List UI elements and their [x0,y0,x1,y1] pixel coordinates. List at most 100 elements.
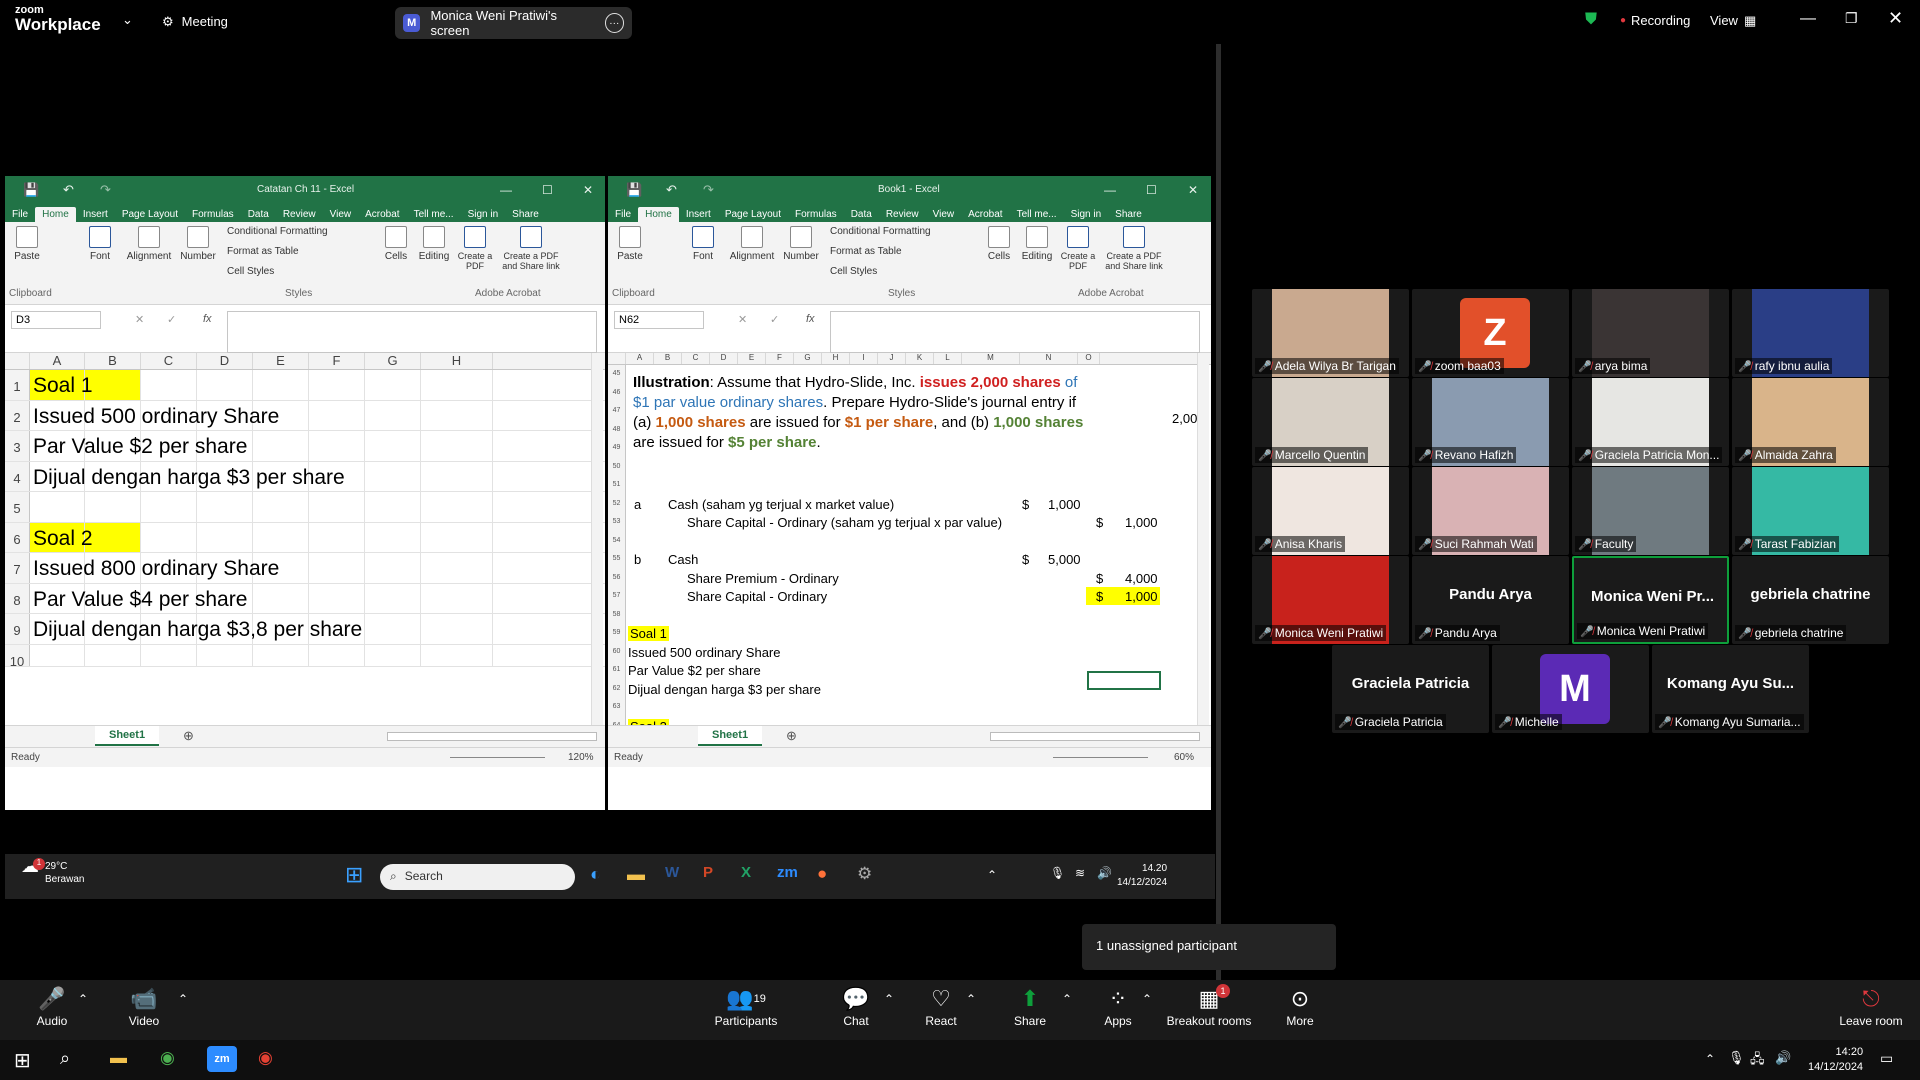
add-sheet-icon[interactable]: ⊕ [183,728,194,744]
ribbon-tab[interactable]: Insert [76,207,115,222]
cell[interactable] [141,644,197,666]
sheet-tab[interactable]: Sheet1 [95,726,160,746]
column-header[interactable]: G [794,353,822,364]
selected-cell[interactable] [1087,671,1161,690]
participants-button[interactable]: 👥19 Participants [712,984,780,1028]
row-header[interactable]: 63 [608,698,625,717]
apps-button[interactable]: ⁘ Apps [1102,984,1134,1028]
row-header[interactable]: 62 [608,680,625,699]
cell[interactable] [365,522,421,552]
ribbon-tab[interactable]: Sign in [461,207,506,222]
column-header[interactable]: O [1078,353,1100,364]
cell[interactable] [253,370,309,400]
participant-tile[interactable]: 🎤̸ arya bima [1572,289,1729,377]
row-header[interactable]: 3 [5,431,30,461]
cell[interactable] [253,522,309,552]
audio-button[interactable]: 🎤 Audio [32,984,72,1028]
cell[interactable] [365,370,421,400]
cell[interactable] [197,492,253,522]
participant-tile[interactable]: 🎤̸ Anisa Kharis [1252,467,1409,555]
chat-button[interactable]: 💬 Chat [838,984,874,1028]
column-header[interactable]: C [682,353,710,364]
row-header[interactable]: 57 [608,587,625,606]
cancel-icon[interactable]: ✕ [135,313,144,326]
cell[interactable] [365,583,421,613]
column-header[interactable]: D [197,353,253,369]
ribbon-tab[interactable]: Review [879,207,926,222]
function-icon[interactable]: fx [203,313,212,325]
firefox-icon[interactable]: ● [817,864,827,884]
vertical-scrollbar[interactable] [591,353,603,725]
function-icon[interactable]: fx [806,313,815,325]
row-header[interactable]: 45 [608,365,625,384]
row-header[interactable]: 58 [608,606,625,625]
apps-options-chevron-icon[interactable]: ⌃ [1142,992,1152,1006]
row-header[interactable]: 7 [5,553,30,583]
cells-button[interactable]: Cells [984,226,1014,262]
undo-icon[interactable]: ↶ [666,182,677,198]
wifi-icon[interactable]: ≋ [1075,866,1085,880]
split-divider[interactable] [1216,44,1221,980]
cell[interactable] [309,370,365,400]
ribbon-tab[interactable]: Share [1108,207,1149,222]
taskbar-search[interactable]: ⌕ Search [380,864,575,890]
cell-styles-button[interactable]: Cell Styles [830,266,965,277]
number-button[interactable]: Number [781,226,821,262]
row-header[interactable]: 56 [608,569,625,588]
column-header[interactable]: H [421,353,493,369]
credit-cell[interactable] [1086,550,1160,568]
cell[interactable] [365,614,421,644]
cell[interactable] [421,461,493,491]
more-button[interactable]: ⊙ More [1282,984,1318,1028]
horizontal-scrollbar[interactable] [387,732,597,741]
ribbon-tab[interactable]: Insert [679,207,718,222]
participant-tile[interactable]: 🎤̸ Adela Wilya Br Tarigan [1252,289,1409,377]
check-icon[interactable]: ✓ [770,313,779,326]
row-header[interactable]: 55 [608,550,625,569]
column-header[interactable]: E [738,353,766,364]
cell[interactable] [253,492,309,522]
chrome-icon[interactable]: ◉ [160,1048,175,1068]
more-options-icon[interactable]: ··· [604,13,625,33]
paste-button[interactable]: Paste [616,226,644,262]
chevron-down-icon[interactable]: ⌄ [122,12,133,28]
breakout-rooms-button[interactable]: ▦ Breakout rooms [1164,984,1254,1028]
react-button[interactable]: ♡ React [922,984,960,1028]
cell[interactable]: Dijual dengan harga $3,8 per share [30,614,362,644]
column-header[interactable]: F [766,353,794,364]
participant-tile[interactable]: 🎤̸ Graciela Patricia Mon... [1572,378,1729,466]
row-header[interactable]: 8 [5,583,30,613]
conditional-formatting-button[interactable]: Conditional Formatting [830,226,965,237]
name-box[interactable]: N62 [614,311,704,329]
participant-tile[interactable]: 🎤̸ Faculty [1572,467,1729,555]
row-header[interactable]: 10 [5,644,30,669]
formula-input[interactable] [227,311,597,353]
spreadsheet-grid-left[interactable]: A B C D E F G H 1 Soal 1 2 Issued 500 ordinary Shar… [5,353,605,725]
ribbon-tab[interactable]: Data [844,207,879,222]
zoom-icon[interactable]: zm [777,864,798,881]
create-pdf-button[interactable]: Create a PDF [1060,226,1096,271]
close-icon[interactable]: ✕ [1188,183,1198,197]
maximize-icon[interactable]: ☐ [1146,183,1157,197]
ribbon-tab[interactable]: Share [505,207,546,222]
participant-tile[interactable]: 🎤̸ Revano Hafizh [1412,378,1569,466]
chrome-profile-icon[interactable]: ◉ [258,1048,273,1068]
ribbon-tab[interactable]: Data [241,207,276,222]
ribbon-tab[interactable]: Page Layout [115,207,185,222]
cell[interactable] [309,553,365,583]
column-header[interactable]: M [962,353,1020,364]
cell[interactable] [30,492,85,522]
cell[interactable] [309,583,365,613]
participant-tile[interactable]: M 🎤̸ Michelle [1492,645,1649,733]
meeting-menu[interactable]: ⚙ Meeting [162,14,228,30]
cell[interactable] [421,644,493,666]
create-pdf-share-button[interactable]: Create a PDF and Share link [497,226,565,271]
volume-icon[interactable]: 🔊 [1097,866,1112,880]
cell[interactable] [197,370,253,400]
redo-icon[interactable]: ↷ [100,182,111,198]
word-icon[interactable]: W [665,864,679,881]
formula-input[interactable] [830,311,1200,353]
participant-tile[interactable]: Z 🎤̸ zoom baa03 [1412,289,1569,377]
column-header[interactable]: D [710,353,738,364]
number-button[interactable]: Number [178,226,218,262]
